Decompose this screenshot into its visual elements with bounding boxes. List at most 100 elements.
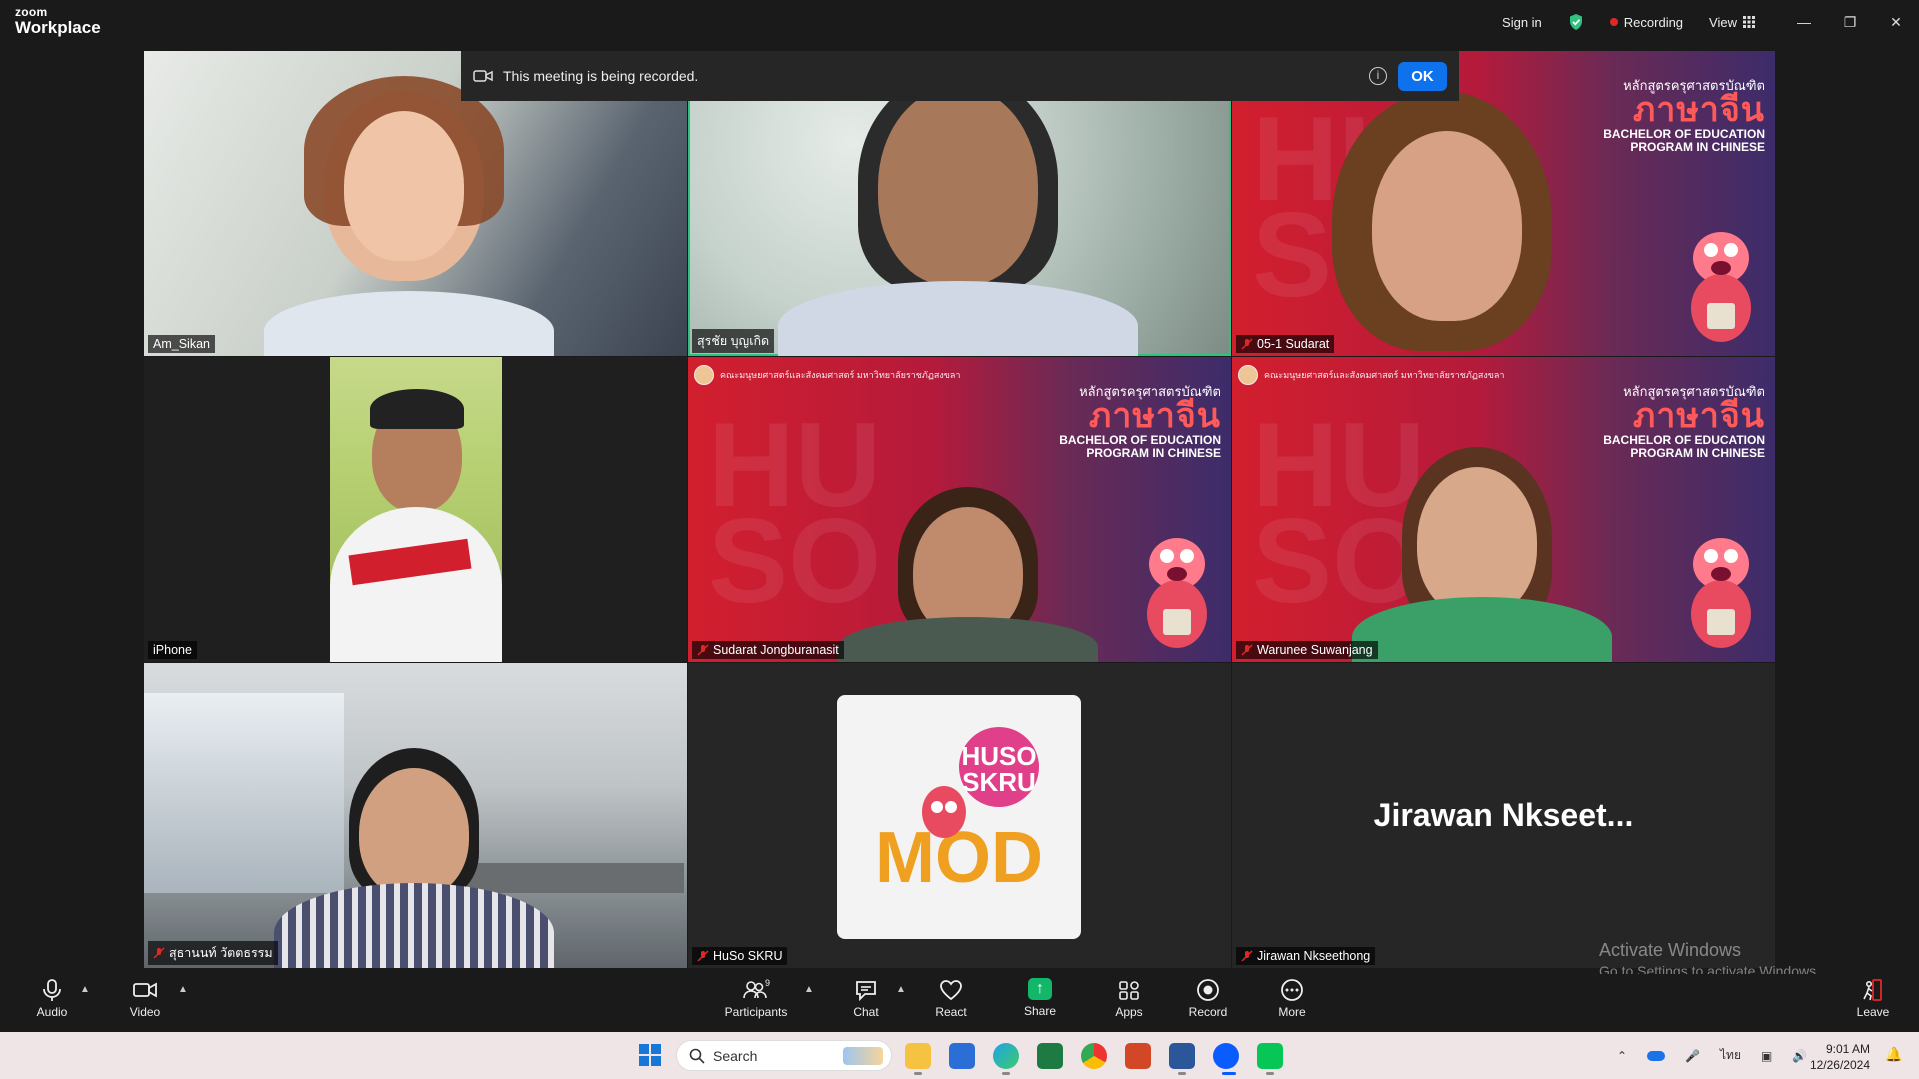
participants-button[interactable]: 9 Participants	[721, 978, 791, 1019]
ant-mascot-icon	[1691, 232, 1751, 342]
huso-faculty-header: คณะมนุษยศาสตร์และสังคมศาสตร์ มหาวิทยาลัย…	[1238, 365, 1504, 385]
meeting-toolbar: Audio ▲ Video ▲ 9 Participants ▲ Chat ▲ …	[0, 974, 1919, 1032]
info-icon[interactable]: i	[1369, 67, 1387, 85]
video-tile[interactable]: คณะมนุษยศาสตร์และสังคมศาสตร์ มหาวิทยาลัย…	[1232, 357, 1775, 662]
huso-faculty-header: คณะมนุษยศาสตร์และสังคมศาสตร์ มหาวิทยาลัย…	[694, 365, 960, 385]
line-app-icon[interactable]	[1257, 1043, 1283, 1069]
heart-icon	[940, 980, 962, 1001]
participant-name: Sudarat Jongburanasit	[713, 643, 839, 657]
participant-name-label: สุรชัย บุญเกิด	[692, 329, 775, 353]
leave-button[interactable]: Leave	[1838, 978, 1908, 1019]
leave-label: Leave	[1856, 1005, 1890, 1019]
mic-muted-icon	[1241, 338, 1253, 350]
microsoft-store-icon[interactable]	[949, 1043, 975, 1069]
faculty-name: คณะมนุษยศาสตร์และสังคมศาสตร์ มหาวิทยาลัย…	[1264, 370, 1505, 380]
view-button[interactable]: View	[1709, 15, 1755, 30]
sign-in-button[interactable]: Sign in	[1502, 15, 1542, 30]
clock-time: 9:01 AM	[1825, 1042, 1870, 1056]
video-tile[interactable]: iPhone	[144, 357, 687, 662]
university-seal-icon	[1238, 365, 1258, 385]
more-button[interactable]: More	[1257, 978, 1327, 1019]
logo-workplace-text: Workplace	[15, 18, 101, 37]
leave-meeting-icon	[1863, 979, 1882, 1001]
more-label: More	[1278, 1005, 1306, 1019]
audio-label: Audio	[36, 1005, 68, 1019]
participant-name: Jirawan Nkseethong	[1257, 949, 1371, 963]
windows-start-icon[interactable]	[639, 1044, 661, 1066]
huso-program-title: หลักสูตรครุศาสตรบัณฑิต ภาษาจีน BACHELOR …	[1603, 385, 1765, 460]
restore-button[interactable]: ❐	[1827, 14, 1873, 31]
zoom-app-icon[interactable]	[1213, 1043, 1239, 1069]
huso-program-title: หลักสูตรครุศาสตรบัณฑิต ภาษาจีน BACHELOR …	[1059, 385, 1221, 460]
participant-name-label: 05-1 Sudarat	[1236, 335, 1335, 353]
program-thai-big: ภาษาจีน	[1632, 396, 1765, 435]
share-button[interactable]: Share	[1005, 978, 1075, 1018]
svg-text:9: 9	[765, 978, 770, 988]
recording-notice-banner: This meeting is being recorded. i OK	[461, 51, 1459, 101]
video-options-chevron-icon[interactable]: ▲	[178, 984, 188, 995]
security-shield-icon[interactable]	[1568, 13, 1584, 31]
participant-name: สุรชัย บุญเกิด	[697, 334, 770, 348]
mic-muted-icon	[697, 950, 709, 962]
title-bar: zoom Workplace Sign in Recording View — …	[0, 0, 1919, 44]
participant-name-label: HuSo SKRU	[692, 947, 788, 965]
huso-skru-logo-icon: HUSO SKRU MOD	[875, 727, 1043, 898]
search-icon	[689, 1048, 705, 1064]
record-icon	[1197, 979, 1219, 1001]
volume-icon[interactable]: 🔊	[1792, 1049, 1807, 1063]
program-thai-big: ภาษาจีน	[1632, 90, 1765, 129]
network-icon[interactable]: ▣	[1761, 1049, 1772, 1063]
video-tile[interactable]: HUSO SKRU MOD HuSo SKRU	[688, 663, 1231, 968]
notification-bell-icon[interactable]: 🔔	[1885, 1046, 1902, 1063]
record-button[interactable]: Record	[1173, 978, 1243, 1019]
program-eng-line2: PROGRAM IN CHINESE	[1630, 139, 1765, 154]
chat-button[interactable]: Chat	[831, 978, 901, 1019]
powerpoint-icon[interactable]	[1125, 1043, 1151, 1069]
video-tile[interactable]: สุธานนท์ วัตตธรรม	[144, 663, 687, 968]
recording-notice-text: This meeting is being recorded.	[503, 68, 699, 84]
participant-name-label: Warunee Suwanjang	[1236, 641, 1378, 659]
chat-options-chevron-icon[interactable]: ▲	[896, 984, 906, 995]
tray-overflow-chevron-icon[interactable]: ⌃	[1617, 1049, 1627, 1063]
sign-in-label: Sign in	[1502, 14, 1542, 30]
taskbar-clock[interactable]: 9:01 AM 12/26/2024	[1808, 1041, 1870, 1073]
record-label: Record	[1188, 1005, 1228, 1019]
participant-display-name: Jirawan Nkseet...	[1373, 797, 1634, 833]
video-label: Video	[129, 1005, 161, 1019]
word-icon[interactable]	[1169, 1043, 1195, 1069]
apps-label: Apps	[1115, 1005, 1143, 1019]
recording-indicator[interactable]: Recording	[1609, 15, 1683, 30]
react-button[interactable]: React	[916, 978, 986, 1019]
edge-browser-icon[interactable]	[993, 1043, 1019, 1069]
participant-name: iPhone	[153, 643, 192, 657]
taskbar-search-input[interactable]: Search	[676, 1040, 892, 1071]
audio-options-chevron-icon[interactable]: ▲	[80, 984, 90, 995]
file-explorer-icon[interactable]	[905, 1043, 931, 1069]
apps-button[interactable]: Apps	[1094, 978, 1164, 1019]
ok-button[interactable]: OK	[1398, 62, 1447, 91]
onedrive-cloud-icon[interactable]	[1647, 1050, 1666, 1061]
participant-name-label: Am_Sikan	[148, 335, 215, 353]
excel-icon[interactable]	[1037, 1043, 1063, 1069]
audio-button[interactable]: Audio	[17, 978, 87, 1019]
input-language-indicator[interactable]: ไทย	[1720, 1046, 1741, 1065]
participant-name-label: สุธานนท์ วัตตธรรม	[148, 941, 278, 965]
chat-label: Chat	[853, 1005, 879, 1019]
microphone-tray-icon[interactable]: 🎤	[1685, 1049, 1700, 1063]
close-window-button[interactable]: ✕	[1873, 14, 1919, 31]
minimize-button[interactable]: —	[1781, 14, 1827, 30]
faculty-name: คณะมนุษยศาสตร์และสังคมศาสตร์ มหาวิทยาลัย…	[720, 370, 961, 380]
search-highlight-icon	[843, 1046, 883, 1065]
participants-options-chevron-icon[interactable]: ▲	[804, 984, 814, 995]
microphone-icon	[43, 979, 61, 1001]
huso-program-title: หลักสูตรครุศาสตรบัณฑิต ภาษาจีน BACHELOR …	[1603, 79, 1765, 154]
video-gallery: Am_Sikan สุรชัย บุญเกิด HUSO หลักสูตรครุ…	[0, 44, 1919, 979]
video-tile[interactable]: คณะมนุษยศาสตร์และสังคมศาสตร์ มหาวิทยาลัย…	[688, 357, 1231, 662]
mic-muted-icon	[697, 644, 709, 656]
logo-zoom-text: zoom	[15, 5, 48, 19]
video-button[interactable]: Video	[110, 978, 180, 1019]
video-tile[interactable]: Jirawan Nkseet... Jirawan Nkseethong	[1232, 663, 1775, 968]
university-seal-icon	[694, 365, 714, 385]
mic-muted-icon	[153, 947, 165, 959]
chrome-browser-icon[interactable]	[1081, 1043, 1107, 1069]
